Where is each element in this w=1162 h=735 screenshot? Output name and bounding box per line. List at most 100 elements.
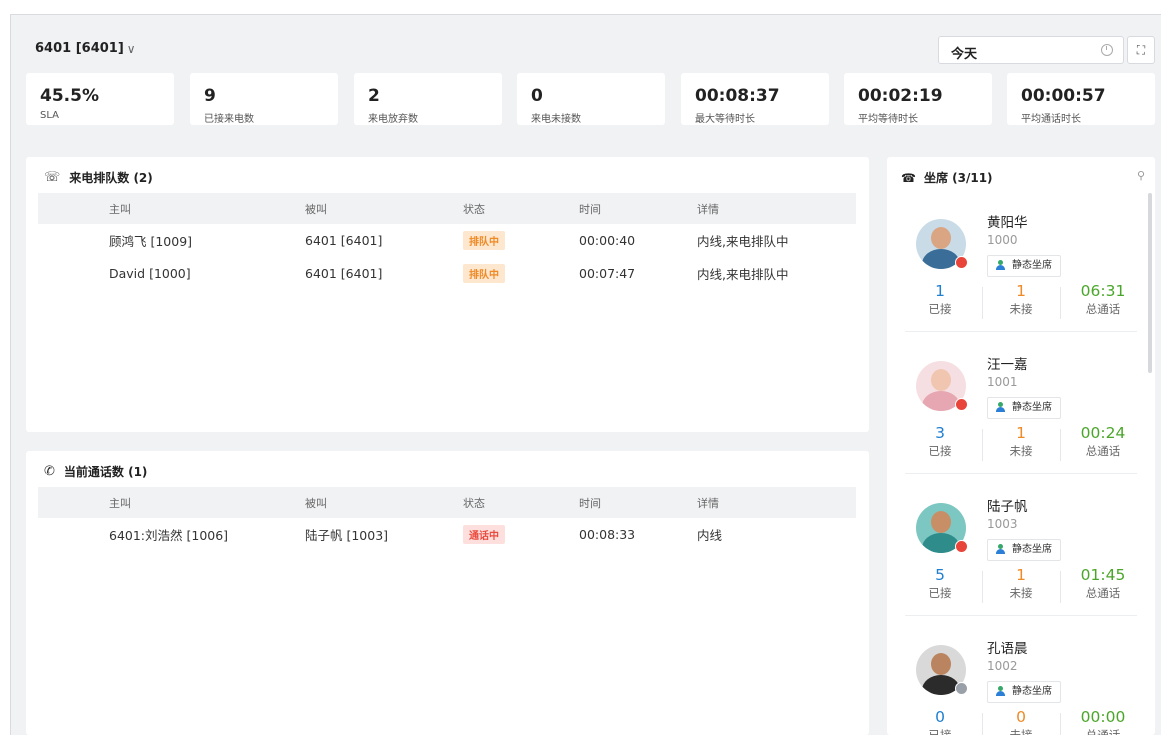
stat-label: 已接来电数 bbox=[204, 114, 254, 125]
metric-value: 1 bbox=[1016, 566, 1026, 584]
metric-label: 总通话 bbox=[1085, 586, 1121, 600]
avatar bbox=[916, 503, 968, 553]
agent-type-label: 静态坐席 bbox=[1012, 686, 1052, 697]
phone-incoming-icon: ☏ bbox=[44, 170, 61, 185]
agent-name: 陆子帆 bbox=[987, 499, 1028, 515]
dashboard-frame: 6401 [6401] ∨ 今天 ⛶ 45.5% SLA 9 已接来电数 2 来… bbox=[10, 14, 1161, 735]
calls-panel: ✆ 当前通话数 (1) 主叫 被叫 状态 时间 详情 6401:刘浩然 [100… bbox=[26, 451, 869, 735]
queue-panel-title: ☏ 来电排队数 (2) bbox=[44, 169, 153, 186]
column-header: 时间 bbox=[579, 193, 697, 224]
agent-type-badge: 静态坐席 bbox=[987, 255, 1061, 277]
agent-card[interactable]: 黄阳华 1000 静态坐席 1 已接 1 未接 06:31 总通话 bbox=[887, 193, 1155, 335]
metric-label: 总通话 bbox=[1085, 444, 1121, 458]
agent-card[interactable]: 陆子帆 1003 静态坐席 5 已接 1 未接 01:45 总通话 bbox=[887, 477, 1155, 619]
status-dot bbox=[955, 540, 968, 553]
agent-extension: 1002 bbox=[987, 659, 1018, 673]
cell-caller: 顾鸿飞 [1009] bbox=[109, 234, 193, 249]
stat-value: 9 bbox=[204, 86, 216, 106]
avatar bbox=[916, 361, 968, 411]
agent-type-label: 静态坐席 bbox=[1012, 544, 1052, 555]
stat-value: 00:00:57 bbox=[1021, 86, 1106, 106]
stat-card-answered: 9 已接来电数 bbox=[190, 73, 338, 125]
metric-total-talk: 06:31 总通话 bbox=[1060, 283, 1146, 317]
agent-name: 黄阳华 bbox=[987, 215, 1028, 231]
queue-panel-title-text: 来电排队数 (2) bbox=[69, 171, 153, 185]
metric-label: 已接 bbox=[928, 586, 952, 600]
calls-panel-title: ✆ 当前通话数 (1) bbox=[44, 463, 147, 480]
status-dot bbox=[955, 398, 968, 411]
status-badge: 排队中 bbox=[463, 231, 505, 250]
metric-value: 1 bbox=[1016, 424, 1026, 442]
metric-total-talk: 01:45 总通话 bbox=[1060, 567, 1146, 601]
chevron-down-icon: ∨ bbox=[126, 41, 136, 56]
fullscreen-icon: ⛶ bbox=[1136, 42, 1146, 57]
status-dot bbox=[955, 682, 968, 695]
metric-answered: 1 已接 bbox=[901, 283, 979, 317]
agent-type-badge: 静态坐席 bbox=[987, 397, 1061, 419]
metric-value: 3 bbox=[935, 424, 945, 442]
metric-missed: 1 未接 bbox=[982, 567, 1060, 601]
person-icon bbox=[995, 402, 1006, 413]
date-picker[interactable]: 今天 bbox=[938, 36, 1124, 64]
agent-card[interactable]: 汪一嘉 1001 静态坐席 3 已接 1 未接 00:24 总通话 bbox=[887, 335, 1155, 477]
clock-icon bbox=[1101, 44, 1113, 56]
divider bbox=[905, 615, 1137, 616]
agents-panel-title-text: 坐席 (3/11) bbox=[923, 171, 993, 185]
queue-selector-label: 6401 [6401] bbox=[35, 41, 124, 56]
queue-table: 主叫 被叫 状态 时间 详情 顾鸿飞 [1009] 6401 [6401] 排队… bbox=[38, 193, 856, 290]
agent-type-label: 静态坐席 bbox=[1012, 260, 1052, 271]
stat-label: 最大等待时长 bbox=[695, 114, 755, 125]
cell-callee: 6401 [6401] bbox=[305, 233, 383, 248]
status-badge: 通话中 bbox=[463, 525, 505, 544]
queue-selector[interactable]: 6401 [6401] ∨ bbox=[35, 41, 136, 56]
column-header: 主叫 bbox=[38, 193, 305, 224]
column-header: 时间 bbox=[579, 487, 697, 518]
table-row[interactable]: David [1000] 6401 [6401] 排队中 00:07:47 内线… bbox=[38, 257, 856, 290]
cell-time: 00:08:33 bbox=[579, 527, 636, 542]
metric-missed: 1 未接 bbox=[982, 283, 1060, 317]
stat-value: 0 bbox=[531, 86, 543, 106]
cell-callee: 6401 [6401] bbox=[305, 266, 383, 281]
person-icon bbox=[995, 686, 1006, 697]
table-header-row: 主叫 被叫 状态 时间 详情 bbox=[38, 487, 856, 518]
agent-name: 孔语晨 bbox=[987, 641, 1028, 657]
metric-value: 1 bbox=[1016, 282, 1026, 300]
fullscreen-button[interactable]: ⛶ bbox=[1127, 36, 1155, 64]
stat-card-max-wait: 00:08:37 最大等待时长 bbox=[681, 73, 829, 125]
column-header: 主叫 bbox=[38, 487, 305, 518]
column-header: 被叫 bbox=[305, 193, 463, 224]
avatar bbox=[916, 219, 968, 269]
metric-label: 未接 bbox=[1009, 586, 1033, 600]
metric-value: 1 bbox=[935, 282, 945, 300]
calls-panel-title-text: 当前通话数 (1) bbox=[63, 465, 148, 479]
status-dot bbox=[955, 256, 968, 269]
stat-card-avg-wait: 00:02:19 平均等待时长 bbox=[844, 73, 992, 125]
column-header: 状态 bbox=[463, 193, 579, 224]
queue-panel: ☏ 来电排队数 (2) 主叫 被叫 状态 时间 详情 顾鸿飞 [1009] 64… bbox=[26, 157, 869, 432]
agent-card[interactable]: 孔语晨 1002 静态坐席 0 已接 0 未接 00:00 总通话 bbox=[887, 619, 1155, 735]
cell-status: 通话中 bbox=[463, 518, 579, 551]
cell-caller: David [1000] bbox=[109, 266, 191, 281]
agent-name: 汪一嘉 bbox=[987, 357, 1028, 373]
cell-caller: 6401:刘浩然 [1006] bbox=[109, 528, 229, 543]
date-picker-value: 今天 bbox=[951, 47, 978, 62]
table-header-row: 主叫 被叫 状态 时间 详情 bbox=[38, 193, 856, 224]
agents-panel-title: ☎ 坐席 (3/11) bbox=[901, 169, 993, 186]
stat-label: 平均通话时长 bbox=[1021, 114, 1081, 125]
stat-card-sla: 45.5% SLA bbox=[26, 73, 174, 125]
agent-extension: 1001 bbox=[987, 375, 1018, 389]
metric-answered: 3 已接 bbox=[901, 425, 979, 459]
avatar bbox=[916, 645, 968, 695]
column-header: 详情 bbox=[697, 487, 856, 518]
divider bbox=[905, 473, 1137, 474]
stat-value: 45.5% bbox=[40, 86, 99, 106]
search-icon[interactable]: ⚲ bbox=[1137, 169, 1145, 182]
metric-missed: 1 未接 bbox=[982, 425, 1060, 459]
agents-panel: ☎ 坐席 (3/11) ⚲ 黄阳华 1000 静态坐席 1 已接 1 未接 06… bbox=[887, 157, 1155, 735]
metric-value: 0 bbox=[935, 708, 945, 726]
divider bbox=[905, 331, 1137, 332]
agent-type-label: 静态坐席 bbox=[1012, 402, 1052, 413]
agent-extension: 1000 bbox=[987, 233, 1018, 247]
table-row[interactable]: 6401:刘浩然 [1006] 陆子帆 [1003] 通话中 00:08:33 … bbox=[38, 518, 856, 551]
table-row[interactable]: 顾鸿飞 [1009] 6401 [6401] 排队中 00:00:40 内线,来… bbox=[38, 224, 856, 257]
